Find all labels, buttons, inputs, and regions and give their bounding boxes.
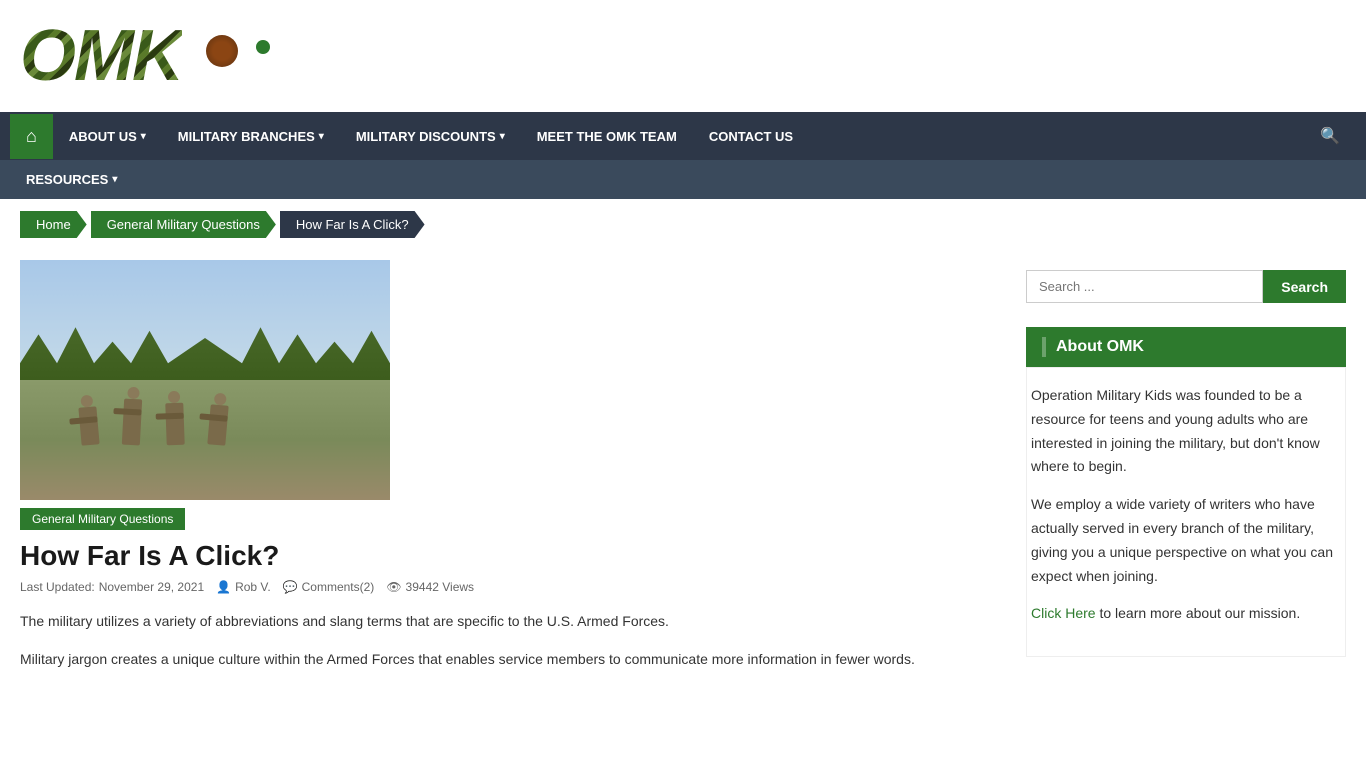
nav-about-us[interactable]: ABOUT US [53, 115, 162, 158]
nav-meet-team[interactable]: MEET THE OMK TEAM [521, 115, 693, 158]
secondary-nav: RESOURCES [0, 160, 1366, 199]
article-paragraph-2: Military jargon creates a unique culture… [20, 648, 1006, 672]
article-meta: Last Updated: November 29, 2021 👤 Rob V.… [20, 580, 1006, 594]
logo[interactable]: OMK [20, 15, 1346, 97]
views-icon: 👁 [386, 580, 401, 594]
nav-home-button[interactable]: ⌂ [10, 114, 53, 159]
about-omk-title: About OMK [1026, 327, 1346, 367]
nav-resources[interactable]: RESOURCES [10, 160, 133, 199]
comment-icon: 💬 [283, 580, 298, 594]
about-omk-content: Operation Military Kids was founded to b… [1026, 367, 1346, 657]
breadcrumb-home[interactable]: Home [20, 211, 87, 238]
sidebar: Search About OMK Operation Military Kids… [1026, 260, 1346, 686]
article-views: 👁 39442 Views [386, 580, 474, 594]
about-omk-widget: About OMK Operation Military Kids was fo… [1026, 327, 1346, 657]
soldiers-illustration [80, 399, 227, 445]
nav-military-branches[interactable]: MILITARY BRANCHES [162, 115, 340, 158]
about-paragraph-2: We employ a wide variety of writers who … [1031, 493, 1341, 588]
breadcrumb: Home General Military Questions How Far … [0, 199, 1366, 250]
about-click-here-link[interactable]: Click Here [1031, 605, 1096, 621]
about-paragraph-3: Click Here to learn more about our missi… [1031, 602, 1341, 626]
article-title: How Far Is A Click? [20, 540, 1006, 572]
logo-text: OMK [20, 16, 182, 96]
search-input[interactable] [1026, 270, 1263, 303]
article-paragraph-1: The military utilizes a variety of abbre… [20, 610, 1006, 634]
article-author: 👤 Rob V. [216, 580, 271, 594]
article-category-badge[interactable]: General Military Questions [20, 508, 185, 530]
primary-nav: ⌂ ABOUT US MILITARY BRANCHES MILITARY DI… [0, 112, 1366, 160]
about-paragraph-1: Operation Military Kids was founded to b… [1031, 384, 1341, 479]
logo-dot-icon [206, 35, 238, 67]
site-header: OMK ⌂ ABOUT US MILITARY BRANCHES MILITAR… [0, 0, 1366, 199]
article: General Military Questions How Far Is A … [20, 260, 1006, 686]
main-content: General Military Questions How Far Is A … [0, 250, 1366, 706]
article-body: The military utilizes a variety of abbre… [20, 610, 1006, 672]
logo-small-dot-icon [256, 40, 270, 54]
nav-contact-us[interactable]: CONTACT US [693, 115, 809, 158]
nav-military-discounts[interactable]: MILITARY DISCOUNTS [340, 115, 521, 158]
breadcrumb-general-military[interactable]: General Military Questions [91, 211, 276, 238]
search-widget: Search [1026, 270, 1346, 303]
article-comments[interactable]: 💬 Comments(2) [283, 580, 375, 594]
breadcrumb-article-title[interactable]: How Far Is A Click? [280, 211, 425, 238]
home-icon: ⌂ [26, 126, 37, 147]
article-last-updated: Last Updated: November 29, 2021 [20, 580, 204, 594]
author-icon: 👤 [216, 580, 231, 594]
search-button[interactable]: Search [1263, 270, 1346, 303]
article-image [20, 260, 390, 500]
nav-search-button[interactable]: 🔍 [1304, 112, 1356, 160]
